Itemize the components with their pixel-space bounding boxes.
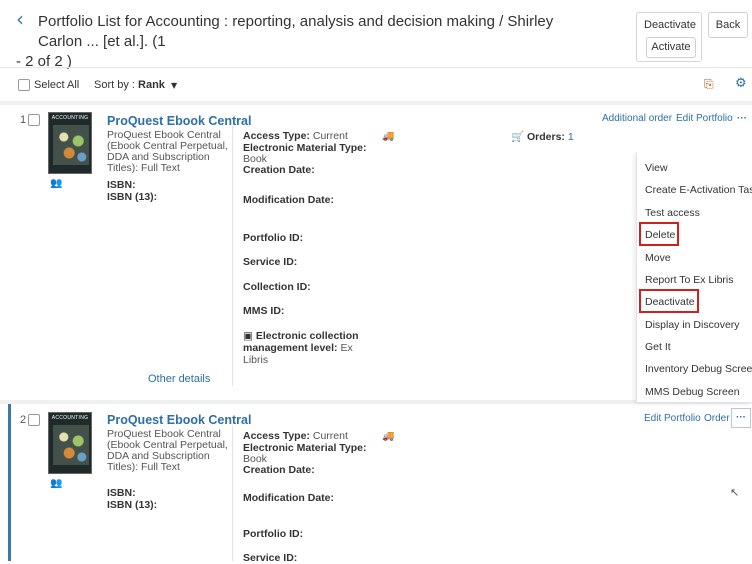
export-icon[interactable]: ⎘ [704, 77, 714, 92]
more-actions-button[interactable]: ··· [731, 408, 751, 428]
orders-count[interactable]: 1 [568, 131, 574, 143]
column-divider [232, 426, 233, 561]
page-title-line-1: Portfolio List for Accounting : reportin… [38, 13, 554, 50]
toolbar-divider [0, 101, 752, 105]
cart-icon: 🛒 [511, 131, 525, 143]
row-checkbox[interactable] [28, 414, 40, 426]
sort-label: Sort by : [94, 79, 135, 91]
service-id-label: Service ID: [243, 552, 298, 564]
row-number: 1 [20, 114, 27, 126]
selected-row-indicator [8, 404, 11, 561]
menu-item-get-it[interactable]: Get It [645, 341, 671, 353]
menu-item-display-in-discovery[interactable]: Display in Discovery [645, 319, 740, 331]
people-icon[interactable]: 👥 [50, 478, 62, 489]
creation-date-label: Creation Date: [243, 164, 315, 176]
book-cover-image[interactable]: ACCOUNTING [48, 412, 92, 474]
column-divider [232, 126, 233, 386]
menu-item-report-to-ex-libris[interactable]: Report To Ex Libris [645, 274, 734, 286]
access-type-label: Access Type: [243, 430, 310, 442]
activate-button[interactable]: Activate [646, 37, 696, 58]
edit-portfolio-button[interactable]: Edit Portfolio [672, 110, 733, 128]
modification-date-label: Modification Date: [243, 194, 334, 206]
edit-portfolio-button[interactable]: Edit Portfolio [640, 410, 701, 428]
header-divider [0, 67, 752, 68]
portfolio-title-link[interactable]: ProQuest Ebook Central [107, 413, 251, 427]
portfolio-title-link[interactable]: ProQuest Ebook Central [107, 114, 251, 128]
menu-item-mms-debug-screen[interactable]: MMS Debug Screen [645, 386, 740, 398]
portfolio-id-label: Portfolio ID: [243, 232, 304, 244]
menu-item-move[interactable]: Move [645, 252, 671, 264]
sort-value: Rank [138, 79, 165, 91]
page-title: Portfolio List for Accounting : reportin… [16, 12, 598, 72]
back-button[interactable]: Back [708, 12, 748, 38]
other-details-link[interactable]: Other details [148, 373, 210, 385]
access-type-label: Access Type: [243, 130, 310, 142]
menu-item-test-access[interactable]: Test access [645, 207, 700, 219]
more-actions-button[interactable]: ··· [733, 110, 751, 128]
portfolio-id-label: Portfolio ID: [243, 528, 304, 540]
collection-level-value-2: Libris [243, 354, 269, 366]
access-type: Access Type: Current [243, 430, 348, 442]
isbn13-label: ISBN (13): [107, 191, 158, 203]
collection-level-label: Electronic collection [255, 330, 359, 342]
creation-date-label: Creation Date: [243, 464, 315, 476]
electronic-resource-icon[interactable]: 🚚 [382, 131, 394, 142]
electronic-resource-icon[interactable]: 🚚 [382, 431, 394, 442]
description-line: Titles): Full Text [107, 461, 180, 473]
back-chevron-icon[interactable]: ‹ [16, 8, 24, 30]
access-type: Access Type: Current [243, 130, 348, 142]
deactivate-button[interactable]: Deactivate [642, 14, 698, 38]
collection-level-value: Ex [340, 342, 353, 354]
modification-date-label: Modification Date: [243, 492, 334, 504]
access-type-value: Current [312, 430, 348, 442]
additional-order-button[interactable]: Additional order [598, 110, 672, 128]
service-id-label: Service ID: [243, 256, 298, 268]
select-all-checkbox[interactable] [18, 79, 30, 91]
menu-item-create-e-activation-task[interactable]: Create E-Activation Task [645, 184, 752, 196]
book-cover-image[interactable]: ACCOUNTING [48, 112, 92, 174]
menu-item-inventory-debug-screen[interactable]: Inventory Debug Screen [645, 363, 752, 375]
row-number: 2 [20, 414, 27, 426]
order-button[interactable]: Order [700, 410, 730, 428]
isbn-label: ISBN: [107, 487, 136, 499]
mms-id-label: MMS ID: [243, 305, 285, 317]
description-line: Titles): Full Text [107, 162, 180, 174]
orders-link[interactable]: 🛒 Orders: 1 [511, 130, 574, 143]
deactivate-highlight-box [639, 289, 699, 313]
menu-item-view[interactable]: View [645, 162, 668, 174]
gear-icon[interactable]: ⚙ [735, 76, 747, 91]
collection-level-label-2: management level: [243, 342, 338, 354]
portfolio-description: ProQuest Ebook Central (Ebook Central Pe… [107, 130, 228, 174]
portfolio-description: ProQuest Ebook Central (Ebook Central Pe… [107, 429, 228, 473]
collection-id-label: Collection ID: [243, 281, 311, 293]
collection-level: ▣ Electronic collection management level… [243, 330, 359, 366]
isbn13-label: ISBN (13): [107, 499, 158, 511]
collection-icon: ▣ [243, 330, 253, 342]
page-title-line-2: - 2 of 2 ) [16, 53, 72, 70]
row-checkbox[interactable] [28, 114, 40, 126]
select-all-label[interactable]: Select All [34, 79, 79, 91]
orders-label: Orders: [527, 131, 565, 143]
access-type-value: Current [312, 130, 348, 142]
delete-highlight-box [639, 222, 679, 246]
mouse-cursor-icon: ↖ [730, 486, 740, 499]
people-icon[interactable]: 👥 [50, 178, 62, 189]
sort-dropdown[interactable]: Sort by : Rank ▼ [94, 79, 177, 91]
caret-down-icon: ▼ [171, 81, 178, 90]
isbn-label: ISBN: [107, 179, 136, 191]
more-actions-menu: View Create E-Activation Task Test acces… [636, 152, 752, 402]
